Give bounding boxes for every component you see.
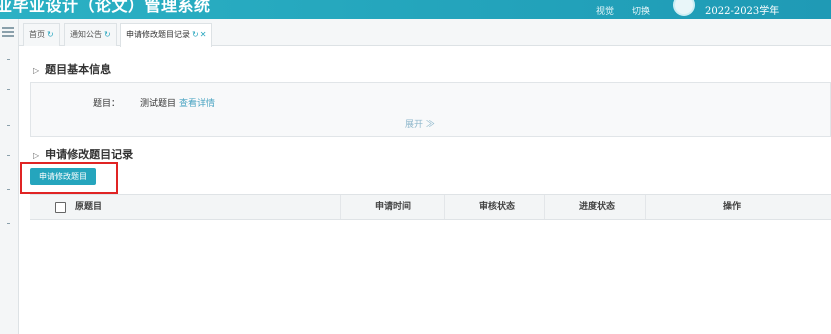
refresh-icon[interactable]: ↻ — [192, 30, 199, 39]
sidebar-item[interactable] — [7, 155, 10, 156]
highlight-box — [20, 162, 118, 194]
tab-label: 申请修改题目记录 — [126, 30, 190, 39]
section-basic-info[interactable]: ▷ 题目基本信息 — [33, 61, 111, 77]
menu-icon[interactable] — [2, 27, 14, 37]
tab-modify-topic-records[interactable]: 申请修改题目记录 ↻✕ — [120, 23, 213, 47]
avatar[interactable] — [673, 0, 695, 16]
refresh-icon[interactable]: ↻ — [47, 30, 54, 39]
topic-value: 测试题目 — [140, 99, 177, 109]
header-link-view[interactable]: 视觉 — [596, 4, 614, 17]
top-header: 业毕业设计（论文）管理系统 视觉 切换 2022-2023学年 — [0, 0, 831, 19]
tab-label: 首页 — [29, 30, 45, 39]
tab-notice[interactable]: 通知公告 ↻ — [64, 23, 117, 46]
tab-bar: 首页 ↻ 通知公告 ↻ 申请修改题目记录 ↻✕ — [19, 19, 831, 47]
records-table-header: 原题目 申请时间 审核状态 进度状态 操作 — [30, 194, 831, 220]
column-divider — [645, 195, 646, 219]
select-all-checkbox[interactable] — [55, 202, 66, 213]
section-records[interactable]: ▷ 申请修改题目记录 — [33, 146, 133, 162]
column-divider — [544, 195, 545, 219]
column-progress-status[interactable]: 进度状态 — [579, 195, 615, 219]
sidebar-item[interactable] — [7, 59, 10, 60]
header-link-switch[interactable]: 切换 — [632, 4, 650, 17]
section-title: 题目基本信息 — [45, 63, 112, 76]
tab-home[interactable]: 首页 ↻ — [23, 23, 60, 46]
column-original-topic[interactable]: 原题目 — [75, 195, 102, 219]
expand-toggle[interactable]: 展开 ≫ — [405, 117, 435, 130]
sidebar — [0, 19, 19, 334]
column-divider — [444, 195, 445, 219]
sidebar-item[interactable] — [7, 125, 10, 126]
app-title: 业毕业设计（论文）管理系统 — [0, 0, 211, 15]
column-divider — [340, 195, 341, 219]
sidebar-item[interactable] — [7, 223, 10, 224]
close-icon[interactable]: ✕ — [200, 30, 207, 39]
caret-right-icon: ▷ — [33, 66, 40, 75]
column-actions[interactable]: 操作 — [723, 195, 741, 219]
sidebar-item[interactable] — [7, 189, 10, 190]
caret-right-icon: ▷ — [33, 151, 40, 160]
tab-label: 通知公告 — [70, 30, 102, 39]
column-review-status[interactable]: 审核状态 — [479, 195, 515, 219]
academic-year[interactable]: 2022-2023学年 — [705, 2, 779, 17]
basic-info-panel: 题目： 测试题目 查看详情 展开 ≫ — [30, 82, 831, 137]
refresh-icon[interactable]: ↻ — [104, 30, 111, 39]
topic-label: 题目： — [93, 99, 121, 109]
sidebar-item[interactable] — [7, 89, 10, 90]
column-apply-time[interactable]: 申请时间 — [375, 195, 411, 219]
section-title: 申请修改题目记录 — [45, 148, 134, 161]
view-details-link[interactable]: 查看详情 — [179, 96, 215, 109]
